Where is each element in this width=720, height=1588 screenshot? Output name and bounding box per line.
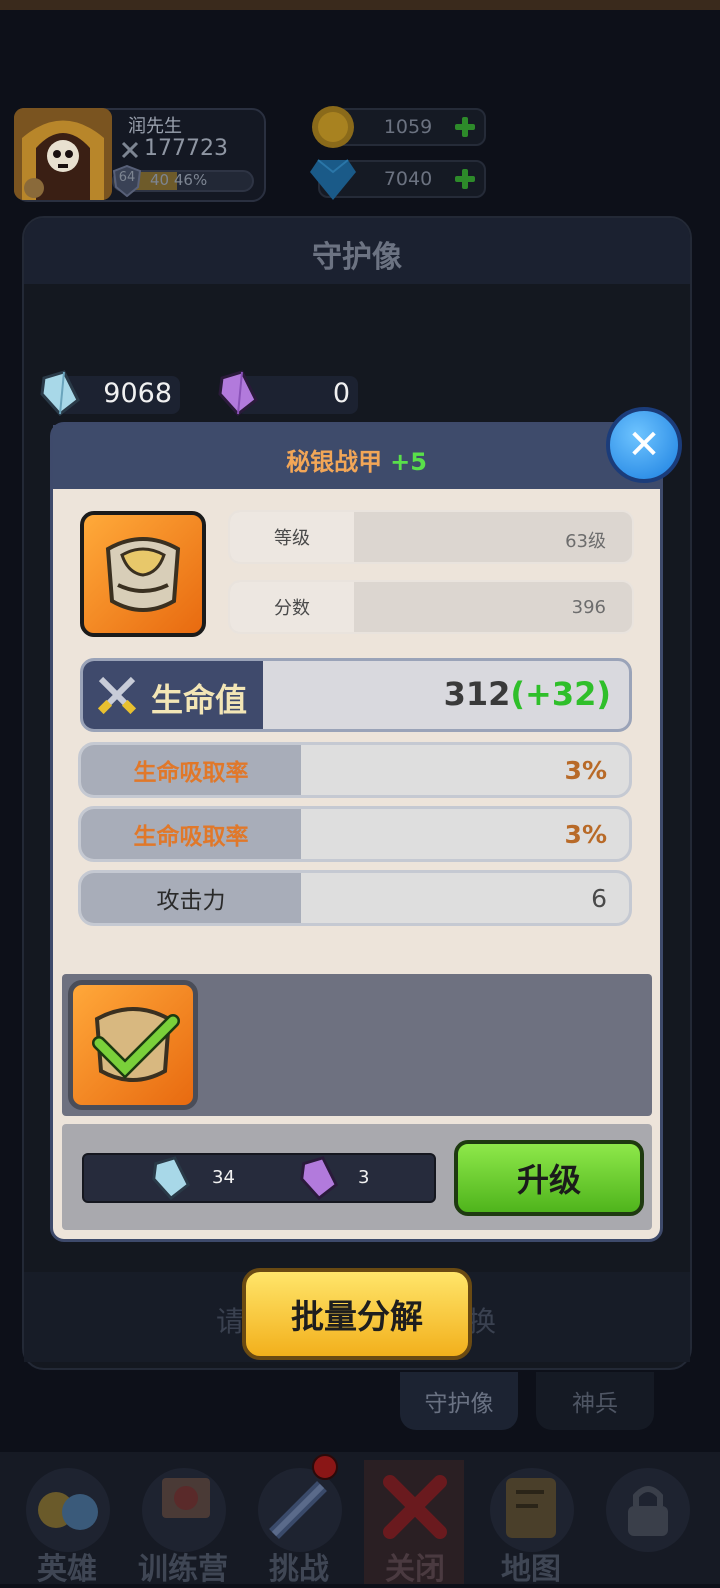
stat-row-level: 等级 63级: [228, 510, 634, 564]
hint-text-left: 请: [216, 1305, 245, 1338]
stat-value-level: 63级: [565, 531, 606, 552]
attribute-value-3: 6: [591, 884, 607, 913]
nav-challenge[interactable]: 挑战: [244, 1454, 354, 1587]
blue-crystal-icon: [152, 1156, 191, 1200]
close-x-icon: [383, 1475, 447, 1539]
heroes-icon: [38, 1492, 98, 1530]
diamond-icon: [310, 159, 356, 200]
attribute-value-1: 3%: [564, 756, 607, 785]
armor-item-icon: [80, 511, 206, 637]
blue-crystal-icon: [40, 370, 80, 416]
purple-crystal-icon: [300, 1156, 339, 1200]
training-camp-icon: [162, 1478, 210, 1518]
tab-guardian[interactable]: 守护像: [400, 1372, 518, 1430]
nav-close[interactable]: 关闭: [360, 1462, 470, 1587]
gold-value: 1059: [383, 116, 433, 138]
blue-crystal-value: 9068: [103, 378, 172, 409]
gold-coin-icon: [312, 106, 354, 148]
main-attribute-label: 生命值: [151, 681, 248, 719]
main-attribute-value: 312(+32): [443, 675, 611, 713]
sword-challenge-icon: [269, 1481, 327, 1539]
lock-icon: [628, 1486, 668, 1536]
tab-divine-weapon[interactable]: 神兵: [536, 1372, 654, 1430]
nav-heroes[interactable]: 英雄: [12, 1462, 122, 1587]
modal-title: 秘银战甲 +5: [53, 442, 660, 477]
purple-crystal-icon: [218, 370, 258, 416]
stat-label-score: 分数: [230, 582, 354, 632]
nav-label-challenge: 挑战: [269, 1552, 329, 1587]
top-decor-strip: [0, 0, 720, 10]
player-level: 64: [118, 170, 136, 185]
player-power: 177723: [144, 136, 228, 161]
nav-map[interactable]: 地图: [476, 1462, 586, 1587]
diamond-value: 7040: [383, 168, 433, 190]
attribute-row-3: 攻击力 6: [78, 870, 632, 926]
nav-label-close: 关闭: [385, 1552, 445, 1587]
nav-locked[interactable]: [592, 1462, 702, 1584]
item-plus-level: +5: [390, 448, 427, 476]
panel-title: 守护像: [312, 240, 402, 275]
crossed-swords-icon: [97, 676, 137, 715]
player-avatar[interactable]: [14, 108, 112, 200]
nav-label-heroes: 英雄: [37, 1552, 97, 1587]
upgrade-button[interactable]: 升级: [454, 1140, 644, 1216]
attribute-label-2: 生命吸取率: [81, 809, 301, 859]
map-icon: [506, 1478, 556, 1538]
stat-label-level: 等级: [230, 512, 354, 562]
attribute-row-2: 生命吸取率 3%: [78, 806, 632, 862]
selected-material-slot[interactable]: [68, 980, 198, 1110]
batch-decompose-button[interactable]: 批量分解: [242, 1268, 472, 1360]
nav-training-camp[interactable]: 训练营: [128, 1462, 238, 1587]
close-x-icon: ✕: [627, 422, 661, 468]
close-modal-button[interactable]: ✕: [606, 407, 682, 483]
main-attribute-row: 生命值 312(+32): [80, 658, 632, 732]
nav-label-training-camp: 训练营: [138, 1552, 228, 1587]
xp-text: 40 46%: [150, 171, 208, 189]
attribute-value-2: 3%: [564, 820, 607, 849]
notification-dot: [312, 1454, 338, 1480]
attribute-row-1: 生命吸取率 3%: [78, 742, 632, 798]
attribute-label-1: 生命吸取率: [81, 745, 301, 795]
cost-blue-value: 34: [212, 1167, 235, 1188]
stat-value-score: 396: [571, 597, 606, 618]
add-diamond-plus-icon[interactable]: [454, 168, 476, 190]
upgrade-cost-box: [82, 1153, 436, 1203]
nav-label-map: 地图: [501, 1552, 561, 1587]
stat-row-score: 分数 396: [228, 580, 634, 634]
attribute-label-3: 攻击力: [81, 873, 301, 923]
hint-text-right: 换: [468, 1305, 497, 1338]
purple-crystal-value: 0: [332, 378, 350, 409]
cost-purple-value: 3: [358, 1167, 370, 1188]
player-name: 润先生: [128, 116, 182, 137]
add-gold-plus-icon[interactable]: [454, 116, 476, 138]
crossed-swords-icon: [121, 141, 139, 159]
item-name: 秘银战甲: [286, 448, 383, 476]
